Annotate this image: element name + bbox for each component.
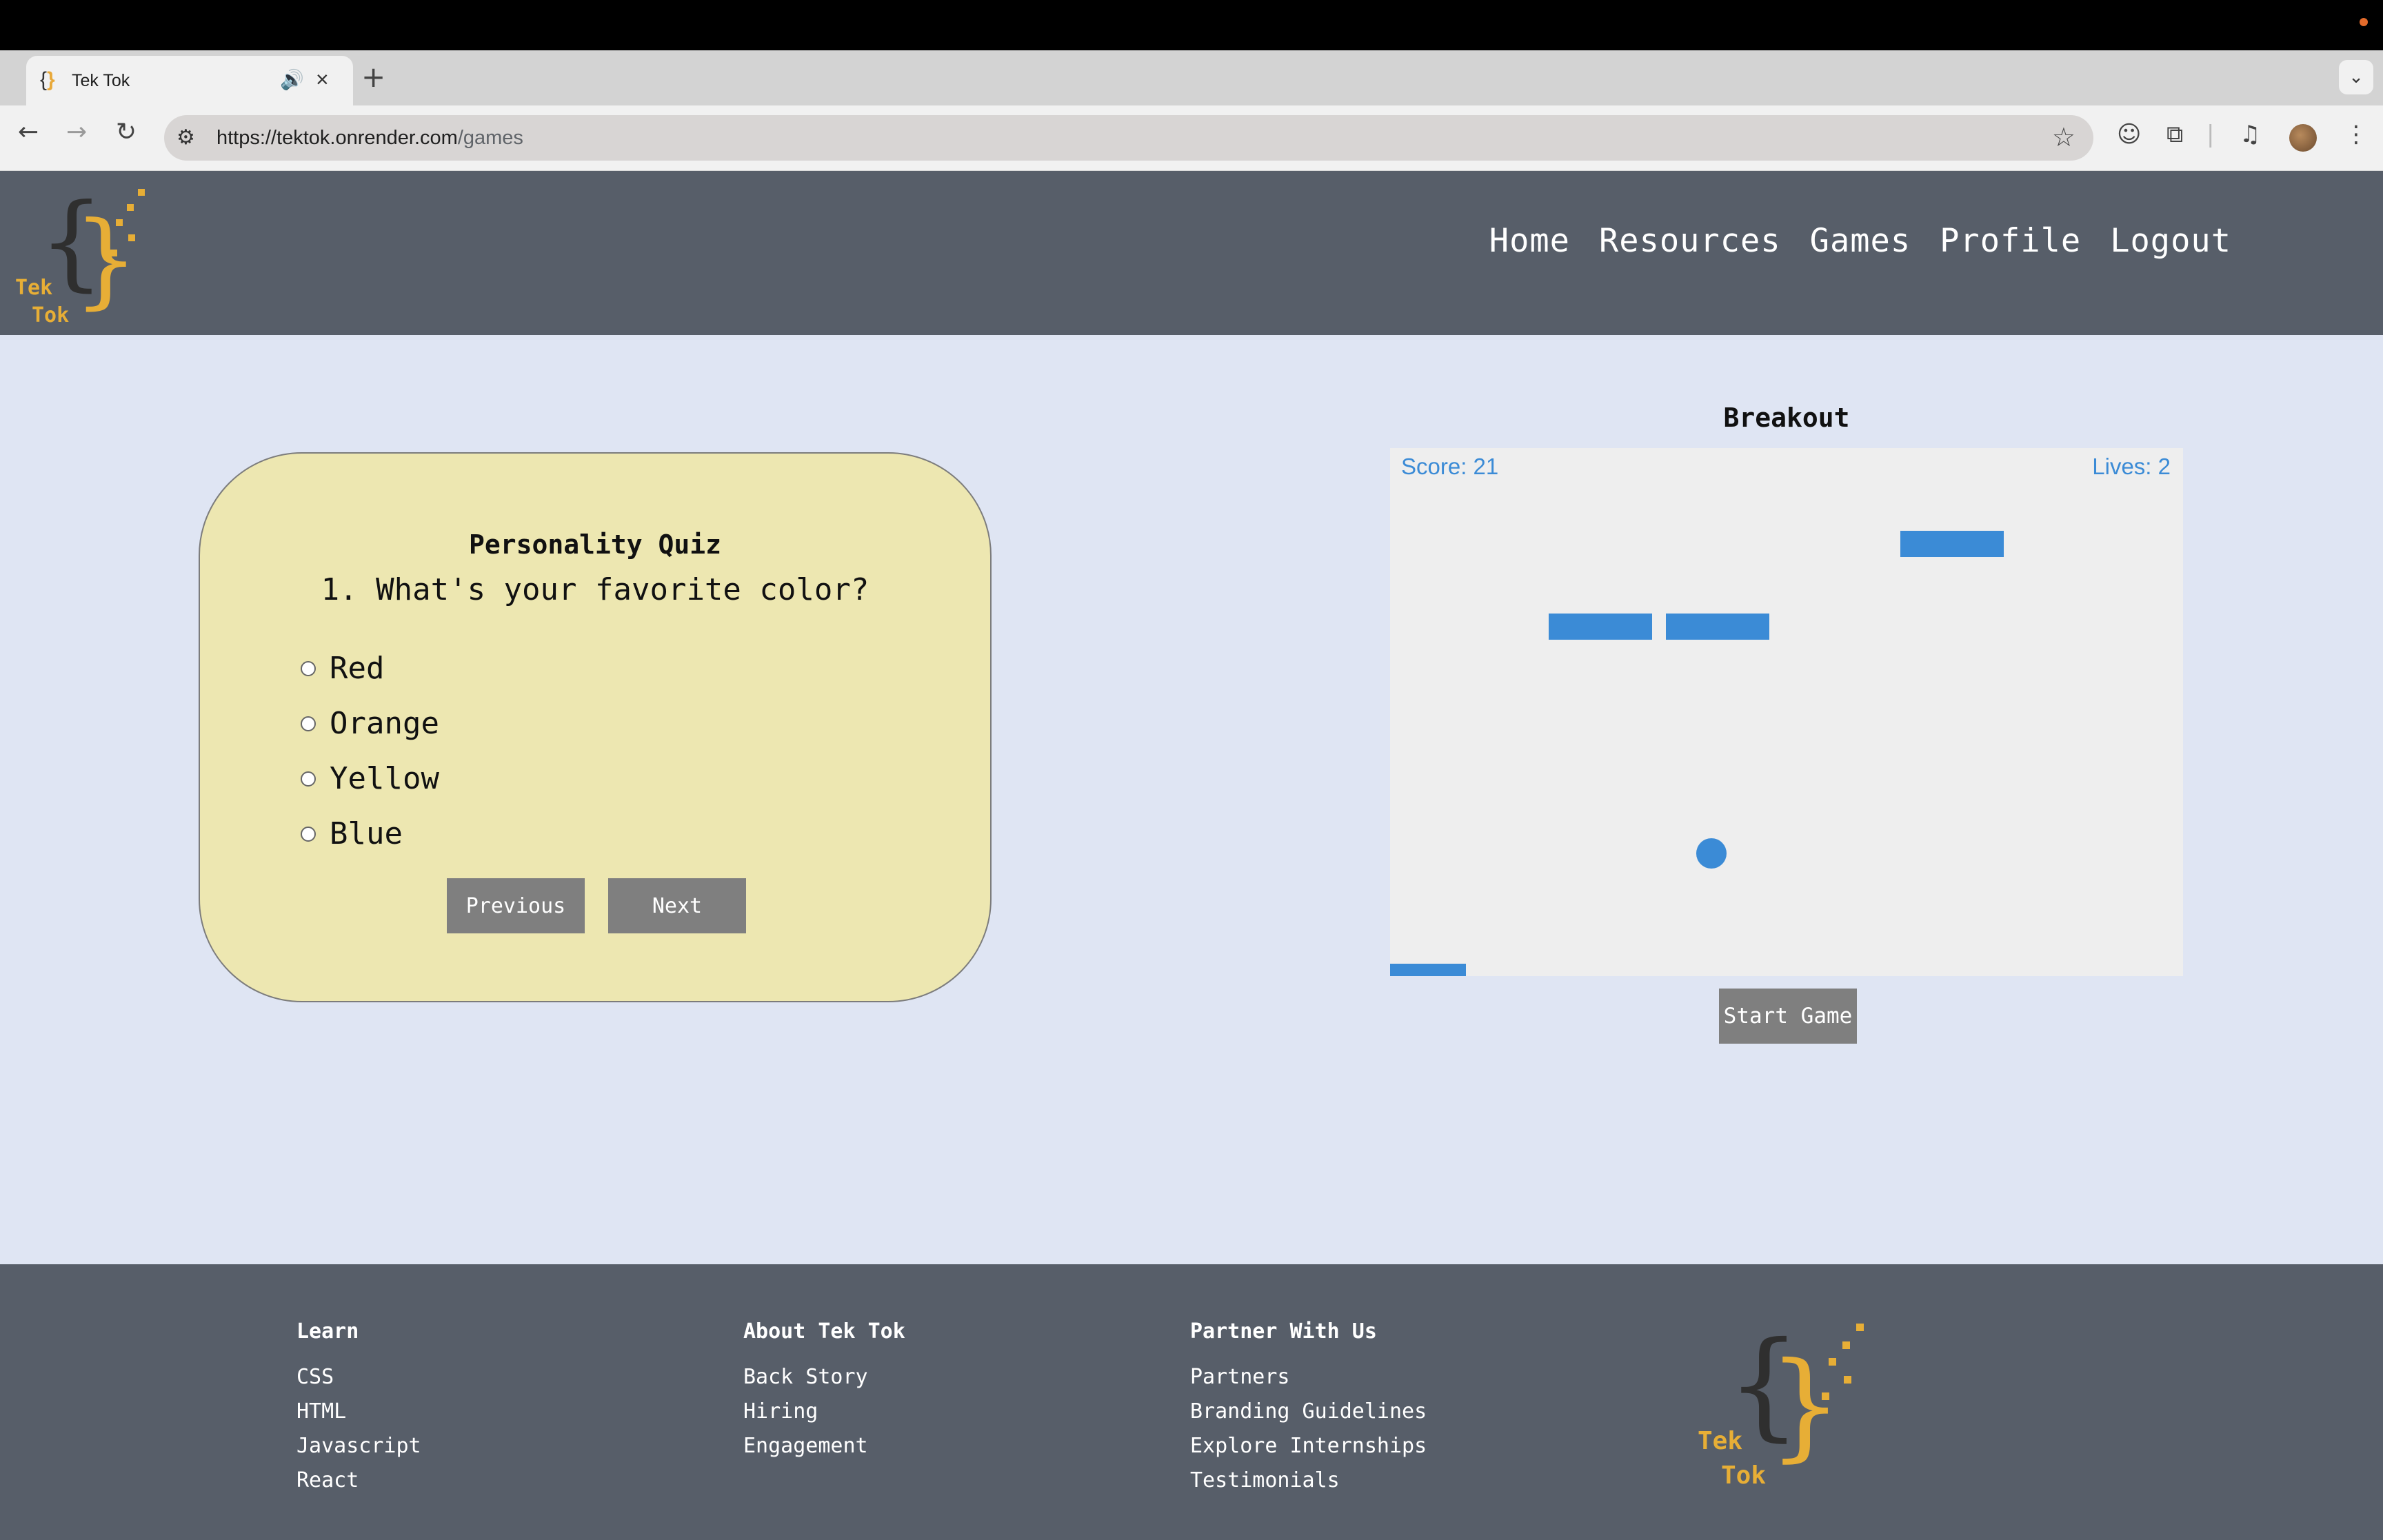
- reload-icon[interactable]: ↻: [116, 118, 137, 146]
- quiz-title: Personality Quiz: [468, 529, 722, 560]
- media-controls-icon[interactable]: ♫: [2240, 121, 2260, 148]
- score-display: Score: 21: [1401, 454, 1499, 479]
- bookmark-star-icon[interactable]: ☆: [2052, 122, 2075, 152]
- quiz-option-orange[interactable]: Orange: [301, 706, 439, 741]
- footer-link-testimonials[interactable]: Testimonials: [1190, 1463, 1427, 1498]
- nav-resources[interactable]: Resources: [1599, 222, 1781, 260]
- tab-close-icon[interactable]: ×: [316, 67, 329, 92]
- nav-profile[interactable]: Profile: [1940, 222, 2081, 260]
- main-nav: Home Resources Games Profile Logout: [1489, 222, 2231, 260]
- tab-search-chevron-icon[interactable]: ⌄: [2339, 60, 2373, 94]
- profile-avatar[interactable]: [2289, 124, 2317, 152]
- footer-link-branding-guidelines[interactable]: Branding Guidelines: [1190, 1395, 1427, 1429]
- logo-pixel: [1829, 1358, 1836, 1366]
- logo-text-tek: Tek: [1698, 1427, 1743, 1455]
- recording-indicator: [2360, 18, 2368, 26]
- radio-button[interactable]: [301, 826, 316, 842]
- extensions-puzzle-icon[interactable]: ⧉: [2166, 121, 2183, 148]
- option-label: Red: [330, 651, 385, 686]
- footer-col-partner: Partner With Us Partners Branding Guidel…: [1190, 1319, 1427, 1498]
- paddle[interactable]: [1390, 964, 1466, 976]
- system-top-bar: [0, 0, 2383, 50]
- logo-pixel: [1842, 1341, 1850, 1349]
- logo-text-tok: Tok: [32, 303, 70, 327]
- tab-title: Tek Tok: [72, 71, 130, 90]
- radio-button[interactable]: [301, 660, 316, 676]
- tab-audio-icon[interactable]: 🔊: [280, 68, 304, 91]
- brick: [1549, 614, 1652, 640]
- radio-button[interactable]: [301, 716, 316, 731]
- footer-link-html[interactable]: HTML: [296, 1395, 421, 1429]
- footer-link-engagement[interactable]: Engagement: [743, 1429, 905, 1463]
- footer-col-learn: Learn CSS HTML Javascript React: [296, 1319, 421, 1498]
- logo-pixel: [1822, 1392, 1829, 1400]
- site-footer: Learn CSS HTML Javascript React About Te…: [0, 1264, 2383, 1540]
- site-info-icon[interactable]: ⚙: [177, 125, 195, 150]
- radio-button[interactable]: [301, 771, 316, 787]
- footer-link-css[interactable]: CSS: [296, 1360, 421, 1395]
- browser-toolbar: ← → ↻ ⚙ https://tektok.onrender.com/game…: [0, 105, 2383, 171]
- footer-link-javascript[interactable]: Javascript: [296, 1429, 421, 1463]
- ball: [1696, 838, 1727, 869]
- footer-link-back-story[interactable]: Back Story: [743, 1360, 905, 1395]
- footer-link-hiring[interactable]: Hiring: [743, 1395, 905, 1429]
- footer-heading: Learn: [296, 1319, 359, 1344]
- lives-display: Lives: 2: [2092, 454, 2171, 479]
- quiz-card: Personality Quiz 1. What's your favorite…: [199, 452, 992, 1002]
- nav-home[interactable]: Home: [1489, 222, 1570, 260]
- footer-link-react[interactable]: React: [296, 1463, 421, 1498]
- quiz-option-blue[interactable]: Blue: [301, 816, 403, 851]
- tektok-logo[interactable]: { } Tek Tok: [12, 181, 150, 327]
- next-button[interactable]: Next: [608, 878, 746, 933]
- brick: [1900, 531, 2004, 557]
- footer-tektok-logo[interactable]: { } Tek Tok: [1693, 1317, 1873, 1490]
- logo-pixel: [138, 189, 145, 196]
- logo-pixel: [110, 250, 117, 256]
- quiz-question: 1. What's your favorite color?: [321, 572, 869, 607]
- footer-heading: Partner With Us: [1190, 1319, 1377, 1344]
- address-bar[interactable]: ⚙ https://tektok.onrender.com/games ☆: [164, 115, 2093, 161]
- brick: [1666, 614, 1769, 640]
- url-path: /games: [457, 127, 523, 149]
- game-title: Breakout: [1723, 403, 1850, 433]
- footer-col-about: About Tek Tok Back Story Hiring Engageme…: [743, 1319, 905, 1463]
- extension-cat-icon[interactable]: ☺: [2117, 121, 2141, 148]
- browser-menu-icon[interactable]: ⋮: [2344, 121, 2368, 148]
- nav-logout[interactable]: Logout: [2110, 222, 2231, 260]
- option-label: Orange: [330, 706, 439, 741]
- browser-tab[interactable]: {} Tek Tok 🔊 ×: [26, 56, 353, 105]
- logo-pixel: [116, 219, 123, 226]
- new-tab-button[interactable]: +: [361, 60, 385, 94]
- start-game-button[interactable]: Start Game: [1719, 989, 1857, 1044]
- option-label: Blue: [330, 816, 403, 851]
- logo-pixel: [128, 234, 135, 241]
- logo-pixel: [1856, 1324, 1864, 1331]
- logo-text-tek: Tek: [15, 276, 53, 300]
- quiz-option-red[interactable]: Red: [301, 651, 384, 686]
- footer-link-partners[interactable]: Partners: [1190, 1360, 1427, 1395]
- logo-brace-right: }: [73, 200, 139, 320]
- logo-pixel: [1844, 1376, 1851, 1384]
- tab-favicon-icon: {}: [40, 68, 55, 91]
- logo-text-tok: Tok: [1721, 1461, 1767, 1490]
- footer-heading: About Tek Tok: [743, 1319, 905, 1344]
- toolbar-divider: |: [2206, 121, 2215, 148]
- url-host: https://tektok.onrender.com: [217, 127, 458, 149]
- tab-strip: {} Tek Tok 🔊 × + ⌄: [0, 50, 2383, 105]
- previous-button[interactable]: Previous: [447, 878, 585, 933]
- quiz-option-yellow[interactable]: Yellow: [301, 761, 439, 796]
- site-header: { } Tek Tok Home Resources Games Profile…: [0, 171, 2383, 335]
- url-text[interactable]: https://tektok.onrender.com/games: [217, 127, 523, 150]
- option-label: Yellow: [330, 761, 439, 796]
- footer-link-explore-internships[interactable]: Explore Internships: [1190, 1429, 1427, 1463]
- logo-pixel: [127, 204, 134, 211]
- forward-arrow-icon[interactable]: →: [66, 118, 87, 146]
- back-arrow-icon[interactable]: ←: [18, 118, 39, 146]
- nav-games[interactable]: Games: [1810, 222, 1911, 260]
- breakout-canvas[interactable]: Score: 21 Lives: 2: [1390, 448, 2183, 976]
